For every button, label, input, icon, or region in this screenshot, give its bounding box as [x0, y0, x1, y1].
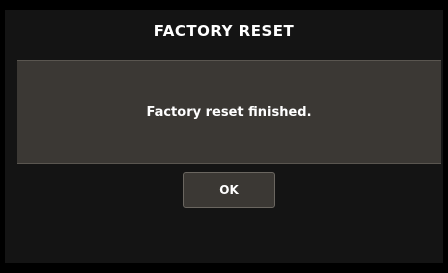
screen: FACTORY RESET Factory reset finished. OK — [0, 0, 448, 273]
dialog-message: Factory reset finished. — [146, 105, 312, 120]
factory-reset-dialog: FACTORY RESET Factory reset finished. OK — [5, 10, 443, 263]
message-panel: Factory reset finished. — [17, 60, 441, 164]
dialog-title: FACTORY RESET — [153, 22, 295, 40]
ok-button[interactable]: OK — [183, 172, 275, 208]
